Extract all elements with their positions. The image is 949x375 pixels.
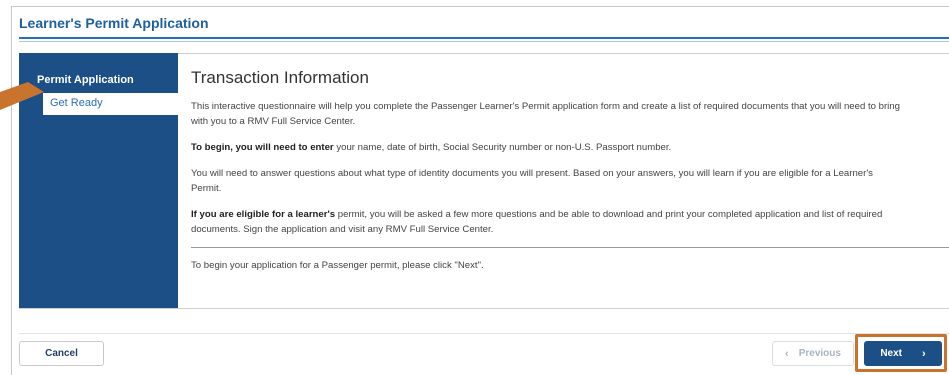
section-title: Transaction Information: [191, 68, 369, 87]
closing-paragraph: To begin your application for a Passenge…: [191, 260, 484, 271]
footer-divider: [19, 333, 949, 334]
title-divider-light: [19, 41, 949, 42]
window-frame-top: [11, 6, 949, 7]
chevron-left-icon: ‹: [785, 347, 789, 360]
sidebar-heading: Permit Application: [37, 74, 134, 86]
begin-bold: To begin, you will need to enter: [191, 142, 334, 153]
intro-paragraph: This interactive questionnaire will help…: [191, 99, 903, 129]
begin-paragraph: To begin, you will need to enter your na…: [191, 140, 903, 155]
sidebar-item-get-ready[interactable]: Get Ready: [43, 93, 178, 115]
content-divider: [191, 247, 949, 248]
intro-text: This interactive questionnaire will help…: [191, 101, 900, 127]
identity-text: You will need to answer questions about …: [191, 168, 873, 194]
next-highlight-box: [855, 334, 947, 372]
title-divider: [19, 37, 949, 39]
eligible-bold: If you are eligible for a learner's: [191, 209, 336, 220]
eligible-paragraph: If you are eligible for a learner's perm…: [191, 207, 903, 237]
page-title: Learner's Permit Application: [19, 15, 209, 31]
window-frame-left: [11, 6, 12, 375]
previous-label: Previous: [798, 348, 841, 359]
cancel-label: Cancel: [45, 348, 78, 359]
previous-button[interactable]: ‹ Previous: [772, 341, 854, 366]
main-content: Transaction Information This interactive…: [191, 68, 949, 284]
identity-paragraph: You will need to answer questions about …: [191, 166, 903, 196]
cancel-button[interactable]: Cancel: [19, 341, 104, 366]
begin-text: your name, date of birth, Social Securit…: [333, 142, 672, 153]
pointer-arrow-icon: [0, 82, 44, 110]
